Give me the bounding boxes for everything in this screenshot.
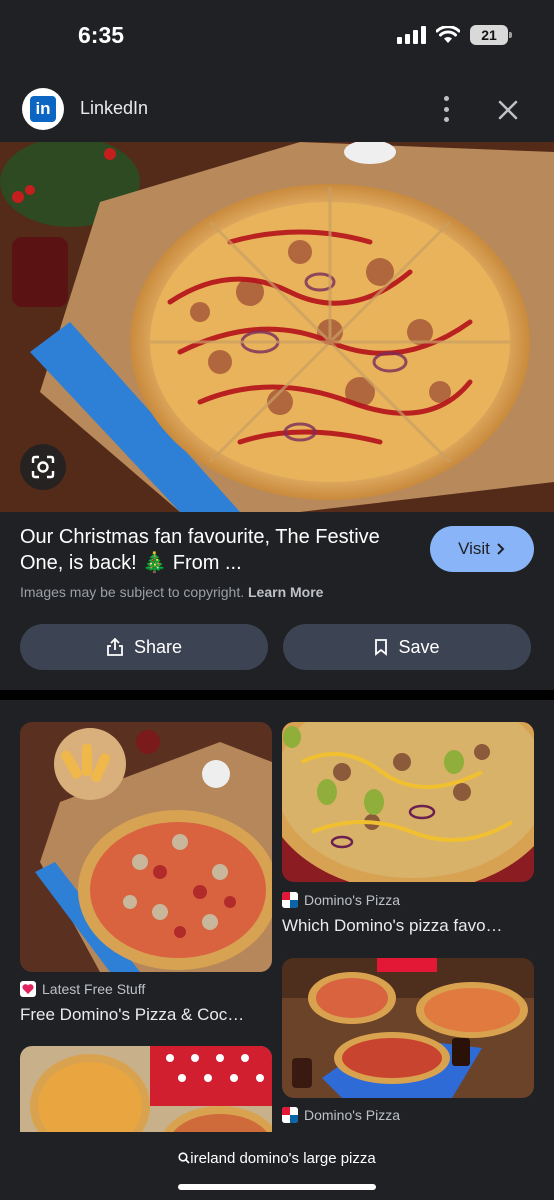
share-icon	[107, 637, 123, 656]
result-source-name: Domino's Pizza	[304, 1107, 401, 1123]
result-image[interactable]	[282, 722, 534, 882]
visit-label: Visit	[458, 539, 490, 558]
status-time: 6:35	[78, 22, 125, 48]
pizza-image	[0, 142, 554, 512]
save-button[interactable]: Save	[283, 624, 531, 670]
result-title[interactable]: Free Domino's Pizza & Coc…	[20, 1005, 244, 1025]
result-title[interactable]: Which Domino's pizza favo…	[282, 916, 503, 936]
result-source: Domino's Pizza	[282, 892, 400, 908]
home-indicator[interactable]	[178, 1184, 376, 1190]
result-source-name: Latest Free Stuff	[42, 981, 146, 997]
result-source: Domino's Pizza	[282, 1107, 400, 1123]
site-name[interactable]: LinkedIn	[80, 98, 148, 119]
dominos-logo-icon	[282, 892, 298, 908]
wifi-icon	[436, 26, 460, 43]
copyright-notice: Images may be subject to copyright. Lear…	[20, 584, 323, 600]
search-query[interactable]: ireland domino's large pizza	[0, 1150, 554, 1167]
heart-icon	[20, 981, 36, 997]
bottom-search-bar[interactable]: ireland domino's large pizza	[0, 1132, 554, 1200]
image-caption: Our Christmas fan favourite, The Festive…	[20, 526, 380, 574]
result-source-name: Domino's Pizza	[304, 892, 401, 908]
result-image[interactable]	[282, 958, 534, 1098]
bookmark-icon	[375, 639, 388, 656]
status-bar: 6:35 21	[0, 0, 554, 76]
status-icons: 21	[397, 25, 512, 45]
more-options-icon[interactable]	[436, 96, 456, 122]
share-button[interactable]: Share	[20, 624, 268, 670]
copyright-text: Images may be subject to copyright.	[20, 584, 245, 600]
lens-search-button[interactable]	[20, 444, 66, 490]
site-favicon: in	[22, 88, 64, 130]
learn-more-link[interactable]: Learn More	[248, 584, 323, 600]
section-divider	[0, 690, 554, 700]
viewer-header: in LinkedIn	[0, 76, 554, 142]
save-label: Save	[398, 636, 440, 657]
signal-icon	[397, 26, 426, 44]
hero-image[interactable]	[0, 142, 554, 512]
search-query-text: ireland domino's large pizza	[190, 1150, 376, 1167]
linkedin-logo-icon: in	[30, 96, 56, 122]
close-icon[interactable]	[494, 96, 522, 124]
search-icon	[178, 1152, 190, 1164]
share-label: Share	[133, 636, 183, 657]
result-image[interactable]	[20, 722, 272, 972]
result-source: Latest Free Stuff	[20, 981, 145, 997]
dominos-logo-icon	[282, 1107, 298, 1123]
lens-icon	[31, 455, 55, 479]
visit-button[interactable]: Visit	[430, 526, 534, 572]
battery-icon: 21	[470, 25, 512, 45]
chevron-right-icon	[497, 543, 505, 555]
